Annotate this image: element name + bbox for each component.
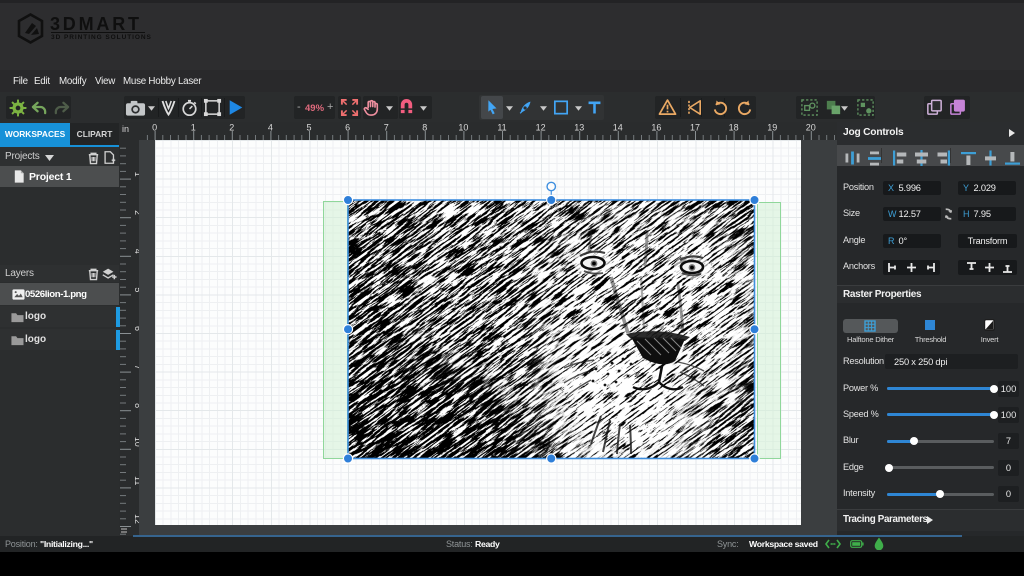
- svg-text:20: 20: [806, 123, 816, 133]
- svg-text:0: 0: [152, 123, 157, 133]
- svg-text:11: 11: [497, 123, 506, 133]
- svg-text:12: 12: [133, 514, 139, 524]
- svg-text:18: 18: [729, 123, 739, 133]
- svg-text:2: 2: [229, 123, 234, 133]
- svg-text:5: 5: [306, 123, 311, 133]
- svg-text:19: 19: [767, 123, 777, 133]
- svg-text:13: 13: [574, 123, 584, 133]
- svg-text:7: 7: [384, 123, 389, 133]
- svg-text:17: 17: [690, 123, 700, 133]
- svg-text:1: 1: [133, 172, 139, 177]
- svg-text:16: 16: [651, 123, 661, 133]
- svg-text:10: 10: [133, 437, 139, 447]
- svg-text:4: 4: [268, 123, 273, 133]
- svg-text:11: 11: [133, 476, 139, 485]
- svg-text:6: 6: [133, 326, 139, 331]
- svg-text:8: 8: [422, 123, 427, 133]
- svg-text:14: 14: [613, 123, 623, 133]
- svg-text:5: 5: [133, 287, 139, 292]
- svg-text:1: 1: [191, 123, 196, 133]
- svg-text:7: 7: [133, 365, 139, 370]
- svg-text:12: 12: [536, 123, 546, 133]
- svg-text:8: 8: [133, 403, 139, 408]
- svg-text:10: 10: [458, 123, 468, 133]
- svg-text:6: 6: [345, 123, 350, 133]
- svg-text:4: 4: [133, 249, 139, 254]
- svg-text:2: 2: [133, 210, 139, 215]
